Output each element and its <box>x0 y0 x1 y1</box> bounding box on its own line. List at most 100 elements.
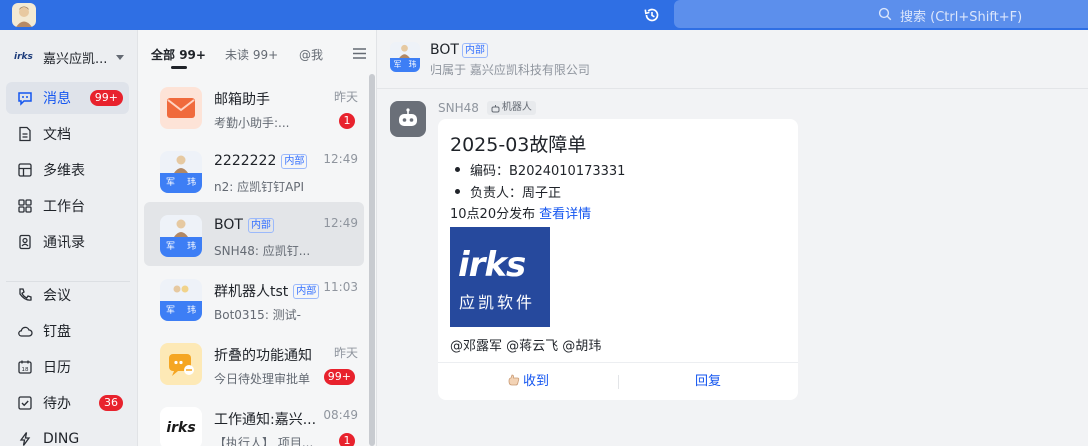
sender-name: SNH48 <box>438 101 479 115</box>
nav-badge: 36 <box>99 395 123 411</box>
conversation-item-bot[interactable]: 军 玮 BOT 内部 SNH48: 应凯钉... 12:49 <box>144 202 364 266</box>
grid-icon <box>18 199 32 213</box>
nav-label: 待办 <box>43 396 71 412</box>
table-icon <box>18 163 32 177</box>
checkbox-icon <box>18 396 32 410</box>
avatar: 军 玮 <box>160 279 202 321</box>
chat-title: BOT 内部 <box>430 42 488 58</box>
unread-badge: 1 <box>339 113 355 129</box>
avatar: 军 玮 <box>160 215 202 257</box>
contacts-icon <box>19 234 31 250</box>
hand-icon <box>508 374 520 386</box>
nav-item-meetings[interactable]: 会议 <box>6 279 129 311</box>
search-icon <box>878 7 892 21</box>
nav-item-ding[interactable]: DING <box>6 423 129 446</box>
nav-item-calendar[interactable]: 18 日历 <box>6 351 129 383</box>
nav-item-docs[interactable]: 文档 <box>6 118 129 150</box>
scrollbar[interactable] <box>369 74 375 446</box>
avatar-cell: 军 <box>390 58 405 72</box>
chat-avatar[interactable]: 军 玮 <box>390 42 420 72</box>
tab-all[interactable]: 全部 99+ <box>151 46 206 63</box>
chat-header: 军 玮 BOT 内部 归属于 嘉兴应凯科技有限公司 <box>377 30 1088 89</box>
nav-label: 文档 <box>43 127 71 143</box>
conversation-time: 12:49 <box>323 216 358 230</box>
avatar-cell: 玮 <box>405 58 420 72</box>
card-actions: 收到 回复 <box>438 362 798 400</box>
conversation-name: BOT 内部 <box>214 217 274 233</box>
conversation-item[interactable]: 军 玮 群机器人tst 内部 Bot0315: 测试- 11:03 <box>144 266 364 330</box>
group-image-icon <box>173 285 189 293</box>
nav-item-drive[interactable]: 钉盘 <box>6 315 129 347</box>
conversation-item-folded[interactable]: 折叠的功能通知 今日待处理审批单 昨天 99+ <box>144 330 364 394</box>
conversation-preview: Bot0315: 测试- <box>214 308 302 322</box>
reply-button[interactable]: 回复 <box>618 363 798 401</box>
avatar-cell: 军 <box>160 237 181 257</box>
nav-item-messages[interactable]: 消息 99+ <box>6 82 129 114</box>
nav-label: 多维表 <box>43 163 85 179</box>
conversation-tabs: 全部 99+ 未读 99+ @我 <box>138 30 377 72</box>
avatar <box>160 343 202 385</box>
left-navigation: irks 嘉兴应凯... 消息 99+ 文档 多维表 工作台 通讯录 会议 钉盘… <box>0 30 138 446</box>
org-switcher[interactable]: irks 嘉兴应凯... <box>14 46 125 68</box>
conversation-item-mail[interactable]: 邮箱助手 考勤小助手:... 昨天 1 <box>144 74 364 138</box>
folder-chat-icon <box>169 354 194 376</box>
nav-label: DING <box>43 431 80 446</box>
conversation-name: 折叠的功能通知 <box>214 348 312 364</box>
conversation-preview: SNH48: 应凯钉... <box>214 244 311 258</box>
conversation-item-work-notice[interactable]: irks 工作通知:嘉兴... 【执行人】 项目... 08:49 1 <box>144 394 364 446</box>
avatar: irks <box>160 407 202 446</box>
active-tab-indicator <box>171 66 187 69</box>
tab-unread[interactable]: 未读 99+ <box>225 46 278 63</box>
robot-small-icon <box>491 104 500 112</box>
nav-label: 通讯录 <box>43 235 85 251</box>
robot-icon <box>399 108 417 126</box>
internal-tag: 内部 <box>293 283 320 299</box>
conversation-time: 昨天 <box>333 90 358 104</box>
internal-tag: 内部 <box>281 153 308 169</box>
card-list-item: 负责人：周子正 <box>454 182 561 201</box>
lightning-icon <box>19 432 31 446</box>
nav-label: 会议 <box>43 288 71 304</box>
card-list-item: 编码：B2024010173331 <box>454 160 625 179</box>
tab-mentions[interactable]: @我 <box>299 46 323 63</box>
conversation-preview: 【执行人】 项目... <box>214 436 314 446</box>
user-avatar[interactable] <box>12 3 36 27</box>
view-details-link[interactable]: 查看详情 <box>539 207 591 222</box>
menu-icon[interactable] <box>353 48 366 59</box>
conversation-preview: 今日待处理审批单 <box>214 372 311 386</box>
avatar-cell: 军 <box>160 301 181 321</box>
avatar-cell: 玮 <box>181 173 202 193</box>
conversation-item[interactable]: 军 玮 2222222 内部 n2: 应凯钉钉API 12:49 <box>144 138 364 202</box>
nav-item-contacts[interactable]: 通讯录 <box>6 226 129 258</box>
search-input[interactable]: 搜索 (Ctrl+Shift+F) <box>674 0 1088 28</box>
phone-icon <box>19 288 32 301</box>
org-name: 嘉兴应凯... <box>43 51 108 67</box>
conversation-time: 11:03 <box>323 280 358 294</box>
message-card: 2025-03故障单 编码：B2024010173331 负责人：周子正 10点… <box>438 119 798 400</box>
card-image[interactable]: irks 应凯软件 <box>450 227 550 327</box>
nav-label: 工作台 <box>43 199 85 215</box>
envelope-icon <box>167 98 195 118</box>
conversation-name: 2222222 内部 <box>214 153 308 169</box>
card-mentions: @邓露军 @蒋云飞 @胡玮 <box>450 339 602 354</box>
avatar-cell: 军 <box>160 173 181 193</box>
person-image-icon <box>399 44 410 58</box>
conversation-name: 邮箱助手 <box>214 92 270 108</box>
robot-tag: 机器人 <box>486 101 536 115</box>
nav-item-todo[interactable]: 待办 36 <box>6 387 129 419</box>
chat-subtitle: 归属于 嘉兴应凯科技有限公司 <box>430 63 590 77</box>
avatar-cell: 玮 <box>181 237 202 257</box>
nav-item-tables[interactable]: 多维表 <box>6 154 129 186</box>
svg-text:18: 18 <box>22 367 29 373</box>
conversation-name: 群机器人tst 内部 <box>214 281 320 301</box>
conversation-name: 工作通知:嘉兴... <box>214 412 317 428</box>
bot-avatar[interactable] <box>390 101 426 137</box>
person-image-icon <box>174 155 188 173</box>
received-button[interactable]: 收到 <box>438 363 618 401</box>
chat-panel: 军 玮 BOT 内部 归属于 嘉兴应凯科技有限公司 SNH48 机器人 2025-… <box>377 30 1088 446</box>
nav-item-workbench[interactable]: 工作台 <box>6 190 129 222</box>
avatar <box>160 87 202 129</box>
top-bar: 搜索 (Ctrl+Shift+F) <box>0 0 1088 30</box>
history-icon[interactable] <box>643 6 661 24</box>
person-image-icon <box>174 219 188 237</box>
